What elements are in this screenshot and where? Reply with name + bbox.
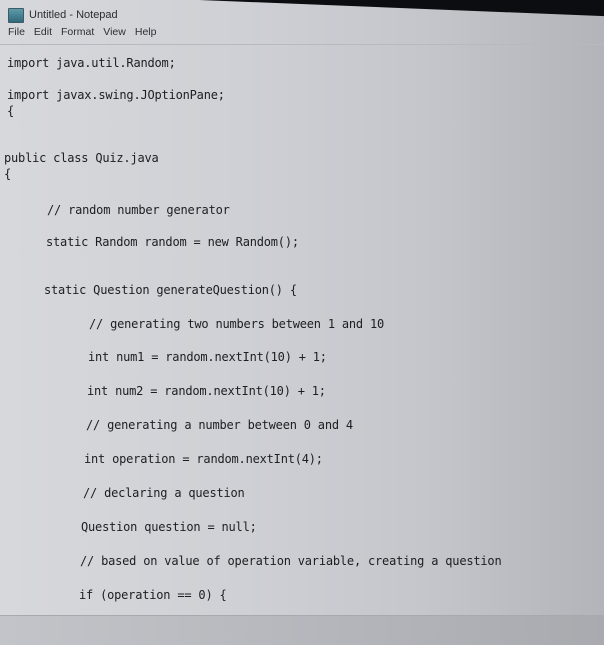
code-line: static Question generateQuestion() { [44, 283, 297, 297]
code-line: if (operation == 0) { [79, 588, 227, 602]
code-line: public class Quiz.java [4, 151, 159, 165]
code-line: int num1 = random.nextInt(10) + 1; [88, 350, 327, 364]
notepad-window: Untitled - Notepad File Edit Format View… [0, 0, 604, 645]
menu-divider [0, 44, 604, 45]
menu-format[interactable]: Format [61, 26, 94, 42]
menu-help[interactable]: Help [135, 26, 157, 42]
menu-edit[interactable]: Edit [34, 26, 52, 42]
code-line: import java.util.Random; [7, 56, 176, 70]
code-line: // based on value of operation variable,… [80, 554, 502, 568]
title-bar: Untitled - Notepad [8, 6, 118, 24]
text-editor-area[interactable]: import java.util.Random; import javax.sw… [0, 46, 604, 616]
code-line: { [7, 104, 15, 118]
code-line: import javax.swing.JOptionPane; [7, 88, 225, 102]
code-line: int operation = random.nextInt(4); [84, 452, 323, 466]
code-line: // declaring a question [83, 486, 245, 500]
notepad-icon [8, 7, 24, 23]
status-bar [0, 616, 604, 645]
menu-view[interactable]: View [103, 26, 126, 42]
window-title: Untitled - Notepad [29, 9, 118, 21]
code-line: int num2 = random.nextInt(10) + 1; [87, 384, 326, 398]
code-line: // random number generator [47, 203, 230, 217]
menu-bar: File Edit Format View Help [8, 26, 156, 42]
code-line: // generating two numbers between 1 and … [89, 317, 385, 331]
code-line: static Random random = new Random(); [46, 235, 299, 249]
code-line: // generating a number between 0 and 4 [86, 418, 353, 432]
code-line: Question question = null; [81, 520, 257, 534]
menu-file[interactable]: File [8, 26, 25, 42]
code-line: { [4, 167, 12, 181]
